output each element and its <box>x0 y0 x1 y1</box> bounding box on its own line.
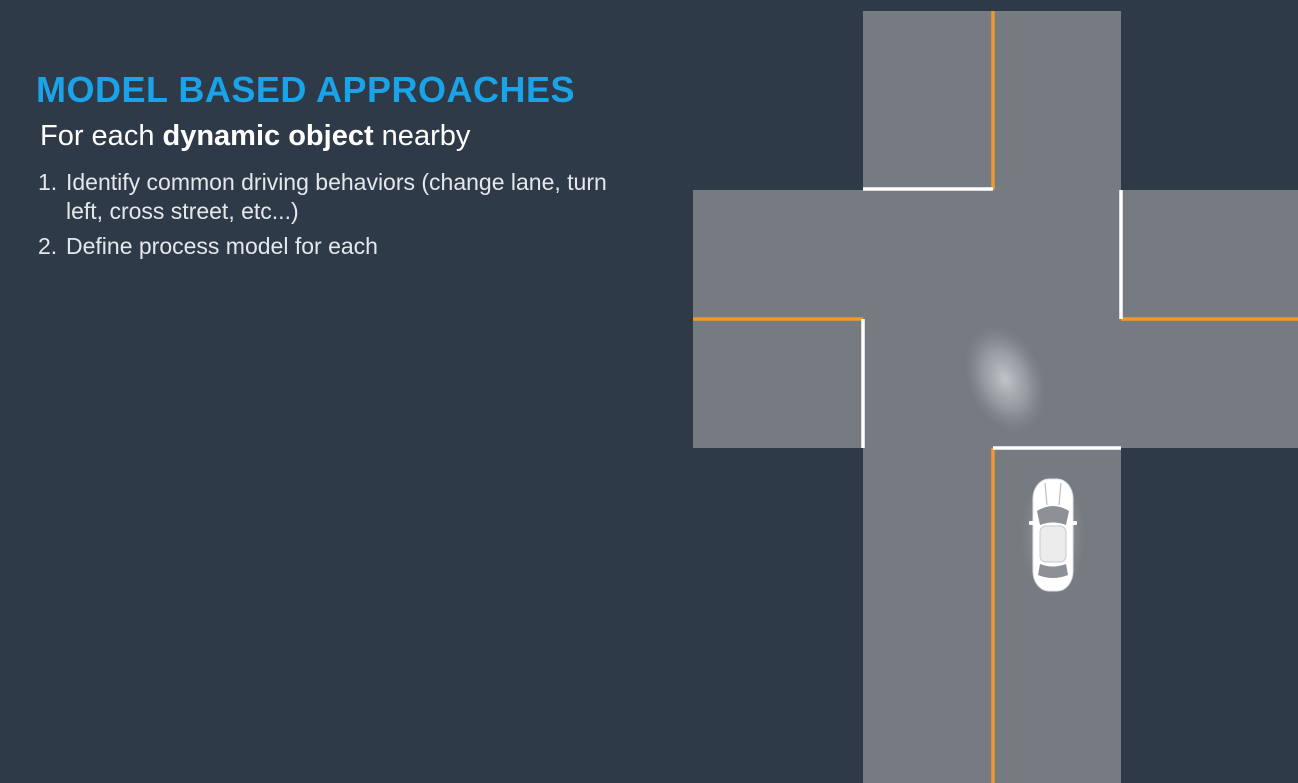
step-text: Define process model for each <box>66 233 378 259</box>
slide-title: MODEL BASED APPROACHES <box>36 69 576 110</box>
text-block: MODEL BASED APPROACHES For each dynamic … <box>36 68 676 267</box>
subtitle-suffix: nearby <box>373 120 471 152</box>
car-icon <box>1020 473 1086 597</box>
list-item: 2. Define process model for each <box>36 232 676 261</box>
step-number: 2. <box>38 233 58 259</box>
list-item: 1. Identify common driving behaviors (ch… <box>36 168 676 226</box>
subtitle-prefix: For each <box>40 120 163 152</box>
subtitle-emphasis: dynamic object <box>162 120 374 152</box>
step-number: 1. <box>38 169 58 195</box>
slide: MODEL BASED APPROACHES For each dynamic … <box>0 0 1298 783</box>
steps-list: 1. Identify common driving behaviors (ch… <box>36 168 676 261</box>
step-text: Identify common driving behaviors (chang… <box>66 169 607 224</box>
slide-subtitle: For each dynamic object nearby <box>40 118 676 154</box>
